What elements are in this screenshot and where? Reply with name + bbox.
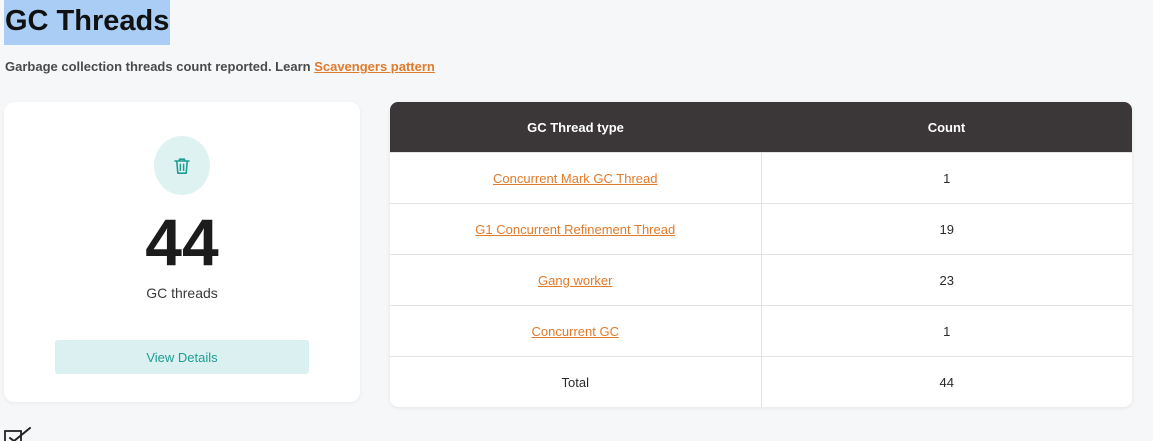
thread-type-link[interactable]: Gang worker — [538, 273, 612, 288]
trash-icon — [174, 157, 190, 174]
page-title: GC Threads — [4, 0, 171, 45]
table-header-row: GC Thread type Count — [390, 102, 1132, 153]
page-subtitle: Garbage collection threads count reporte… — [5, 59, 435, 74]
thread-type-link[interactable]: Concurrent Mark GC Thread — [493, 171, 658, 186]
total-count-cell: 44 — [761, 356, 1132, 407]
total-label-cell: Total — [390, 356, 762, 407]
gc-threads-label: GC threads — [146, 285, 218, 301]
scavengers-pattern-link[interactable]: Scavengers pattern — [314, 59, 435, 74]
gc-threads-summary-card: 44 GC threads View Details — [4, 102, 360, 402]
table-row: Concurrent GC 1 — [390, 305, 1132, 357]
thread-count-cell: 1 — [761, 152, 1132, 204]
gc-threads-count: 44 — [145, 205, 219, 279]
thread-count-cell: 19 — [761, 203, 1132, 255]
column-header-count: Count — [761, 102, 1132, 153]
subtitle-text: Garbage collection threads count reporte… — [5, 59, 315, 74]
thread-type-cell: G1 Concurrent Refinement Thread — [390, 203, 762, 255]
gc-thread-type-table-card: GC Thread type Count Concurrent Mark GC … — [390, 102, 1132, 407]
trash-icon-badge — [154, 136, 210, 195]
thread-count-cell: 23 — [761, 254, 1132, 306]
thread-type-cell: Concurrent GC — [390, 305, 762, 357]
table-total-row: Total 44 — [390, 356, 1132, 407]
thread-type-cell: Gang worker — [390, 254, 762, 306]
thread-count-cell: 1 — [761, 305, 1132, 357]
gc-thread-type-table: GC Thread type Count Concurrent Mark GC … — [390, 102, 1132, 407]
table-row: Gang worker 23 — [390, 254, 1132, 306]
table-row: G1 Concurrent Refinement Thread 19 — [390, 203, 1132, 255]
thread-type-link[interactable]: Concurrent GC — [532, 324, 619, 339]
view-details-button[interactable]: View Details — [55, 340, 309, 374]
column-header-thread-type: GC Thread type — [390, 102, 761, 153]
thread-type-link[interactable]: G1 Concurrent Refinement Thread — [475, 222, 675, 237]
table-row: Concurrent Mark GC Thread 1 — [390, 152, 1132, 204]
thread-type-cell: Concurrent Mark GC Thread — [390, 152, 762, 204]
